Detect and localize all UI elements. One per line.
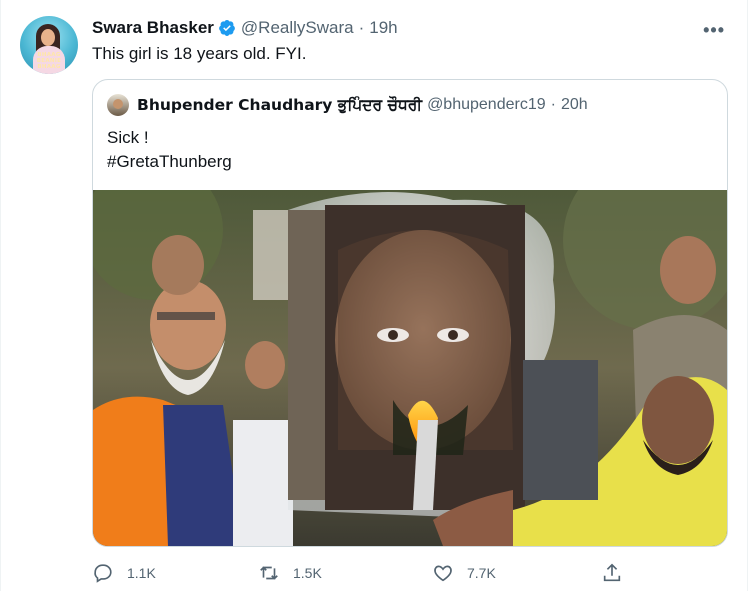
quoted-separator-dot: · — [550, 96, 556, 113]
reply-count: 1.1K — [127, 565, 156, 581]
share-button[interactable] — [601, 562, 636, 584]
tweet-header: Swara Bhasker @ReallySwara · 19h — [92, 18, 398, 38]
separator-dot: · — [358, 18, 365, 37]
like-icon — [434, 565, 452, 582]
author-avatar[interactable]: BHAAG BEANIE BHAAG — [20, 16, 78, 74]
tweet-timestamp[interactable]: 19h — [369, 18, 397, 38]
quoted-tweet[interactable]: Bhupender Chaudhary ਭੁਪਿੰਦਰ ਚੌਧਰੀ @bhupe… — [92, 79, 728, 547]
quoted-timestamp: 20h — [560, 96, 588, 113]
author-handle[interactable]: @ReallySwara — [241, 18, 354, 38]
quoted-author-name: Bhupender Chaudhary ਭੁਪਿੰਦਰ ਚੌਧਰੀ — [137, 95, 423, 114]
tweet[interactable]: BHAAG BEANIE BHAAG Swara Bhasker @Really… — [0, 0, 748, 591]
share-icon — [603, 563, 621, 582]
reply-icon — [94, 564, 112, 583]
quoted-author-handle: @bhupenderc19 — [427, 96, 546, 113]
quoted-text-line-1: Sick ! — [107, 128, 149, 147]
quoted-text: Sick ! #GretaThunberg — [107, 126, 232, 174]
like-count: 7.7K — [467, 565, 496, 581]
verified-badge-icon — [219, 20, 235, 36]
quoted-header: Bhupender Chaudhary ਭੁਪਿੰਦਰ ਚੌਧਰੀ @bhupe… — [107, 94, 588, 116]
author-name[interactable]: Swara Bhasker — [92, 18, 214, 38]
more-icon[interactable]: ••• — [703, 20, 725, 41]
retweet-icon — [260, 566, 278, 580]
like-button[interactable]: 7.7K — [432, 562, 496, 584]
protest-photo — [93, 190, 727, 546]
quoted-photo[interactable] — [93, 190, 727, 546]
avatar-caption-3: BHAAG — [37, 64, 61, 70]
retweet-button[interactable]: 1.5K — [258, 562, 322, 584]
tweet-actions: 1.1K 1.5K 7.7K — [92, 562, 652, 586]
retweet-count: 1.5K — [293, 565, 322, 581]
tweet-text: This girl is 18 years old. FYI. — [92, 44, 307, 63]
quoted-text-line-2: #GretaThunberg — [107, 152, 232, 171]
avatar-face — [41, 29, 55, 46]
reply-button[interactable]: 1.1K — [92, 562, 156, 584]
quoted-author-avatar — [107, 94, 129, 116]
